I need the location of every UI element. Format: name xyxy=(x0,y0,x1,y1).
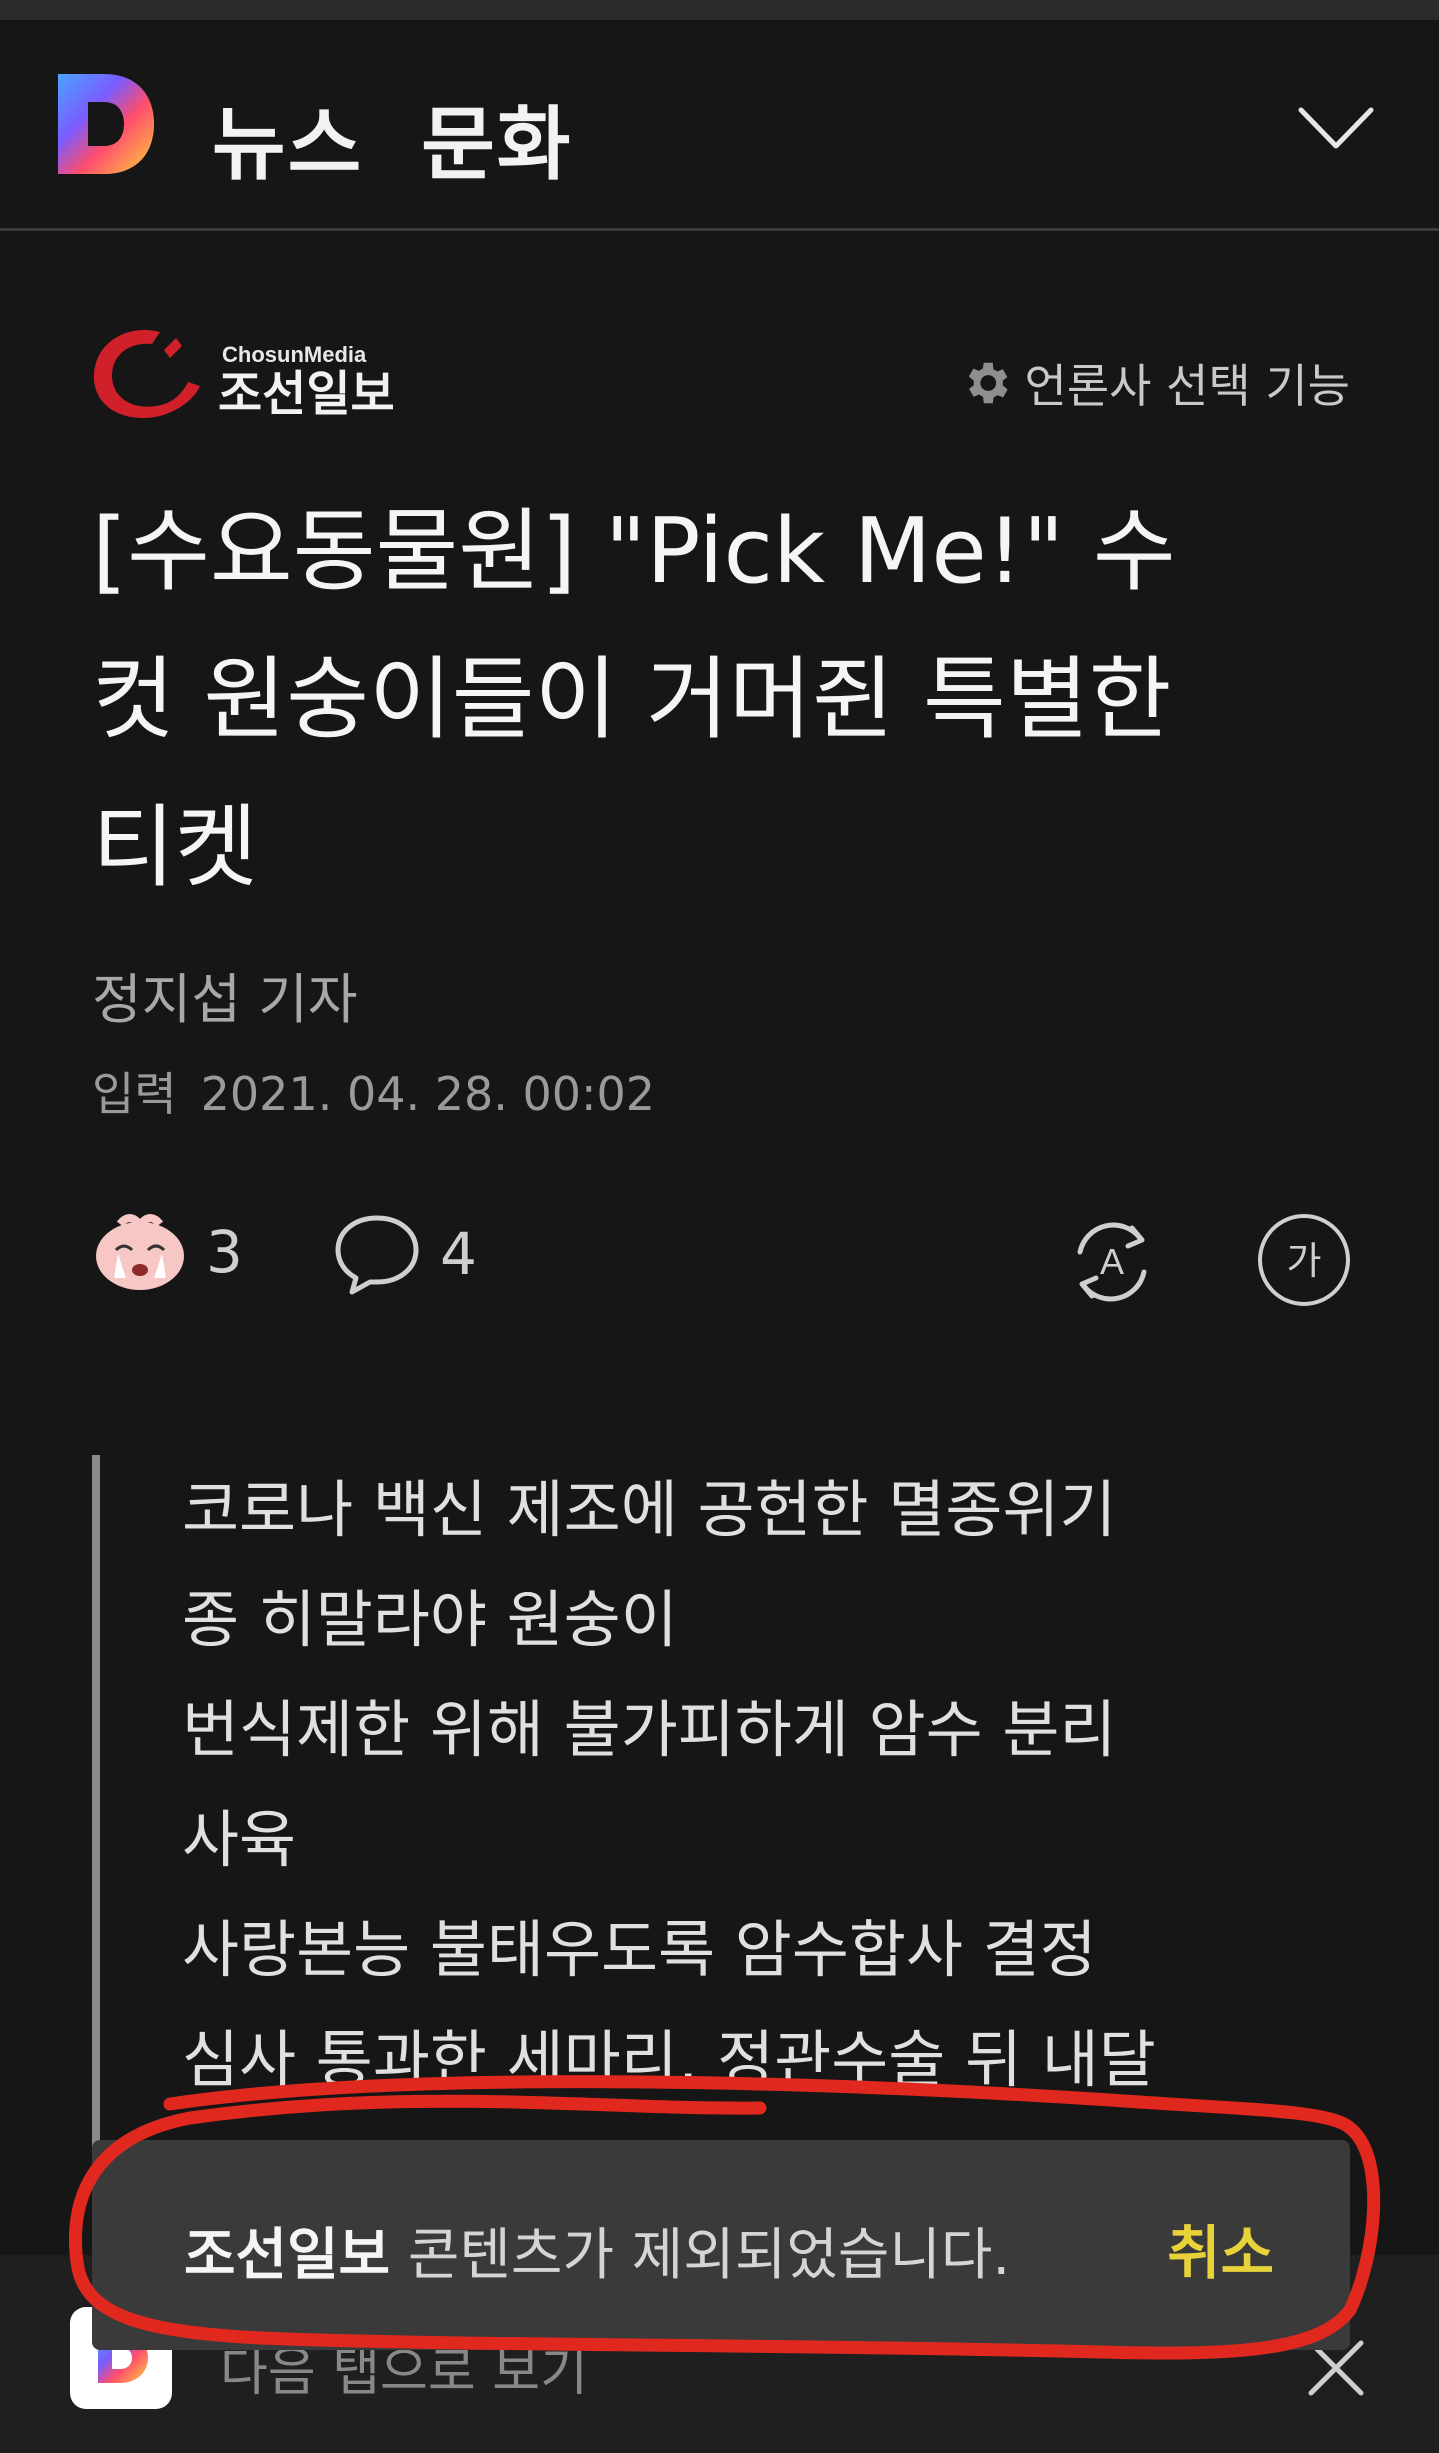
toast-text: 콘텐츠가 제외되었습니다. xyxy=(390,2223,1011,2288)
header-divider xyxy=(0,228,1439,231)
comment-button[interactable]: 4 xyxy=(332,1212,477,1296)
top-app-bar: 뉴스 문화 xyxy=(0,20,1439,228)
toast-publisher: 조선일보 xyxy=(184,2223,391,2288)
date-value: 2021. 04. 28. 00:02 xyxy=(200,1067,656,1121)
svg-text:A: A xyxy=(1100,1241,1124,1282)
title-line: 티켓 xyxy=(92,795,258,900)
comment-count: 4 xyxy=(440,1220,477,1288)
summary-line: 종 히말라야 원숭이 xyxy=(182,1583,678,1656)
article-title: [수요동물원] "Pick Me!" 수 컷 원숭이들이 거머쥔 특별한 티켓 xyxy=(92,478,1362,922)
title-line: 컷 원숭이들이 거머쥔 특별한 xyxy=(92,647,1172,752)
date-label: 입력 xyxy=(92,1067,177,1121)
summary-line: 심사 통과한 세마리, 정관수술 뒤 내달 xyxy=(182,2023,1156,2096)
summary-line: 번식제한 위해 불가피하게 암수 분리 xyxy=(182,1693,1117,1766)
chevron-down-icon[interactable] xyxy=(1297,104,1375,152)
reaction-button[interactable]: 3 xyxy=(92,1212,243,1292)
undo-button[interactable]: 취소 xyxy=(1167,2206,1274,2290)
article-summary: 코로나 백신 제조에 공헌한 멸종위기 종 히말라야 원숭이 번식제한 위해 불… xyxy=(92,1455,1362,2175)
reporter-name[interactable]: 정지섭 기자 xyxy=(92,955,358,1034)
section-title: 뉴스 문화 xyxy=(212,80,572,196)
title-line: [수요동물원] "Pick Me!" 수 xyxy=(92,499,1176,604)
nav-primary[interactable]: 뉴스 xyxy=(212,98,363,191)
summary-line: 사육 xyxy=(182,1803,297,1876)
status-bar xyxy=(0,0,1439,20)
publish-date: 입력 2021. 04. 28. 00:02 xyxy=(92,1058,655,1124)
reaction-count: 3 xyxy=(206,1218,243,1286)
comment-icon xyxy=(335,1215,419,1295)
snackbar-toast: 조선일보 콘텐츠가 제외되었습니다. 취소 xyxy=(92,2140,1350,2350)
toast-message: 조선일보 콘텐츠가 제외되었습니다. xyxy=(184,2210,1010,2291)
translate-icon[interactable]: A xyxy=(1062,1212,1162,1312)
press-logo-top: ChosunMedia xyxy=(222,342,367,367)
font-size-icon[interactable]: 가 xyxy=(1256,1212,1352,1308)
press-settings-label: 언론사 선택 기능 xyxy=(1024,359,1350,413)
quote-bar xyxy=(92,1455,100,2175)
nav-secondary[interactable]: 문화 xyxy=(421,98,572,191)
daum-logo[interactable] xyxy=(52,70,158,178)
svg-text:가: 가 xyxy=(1287,1239,1322,1283)
chosun-logo[interactable]: ChosunMedia 조선일보 xyxy=(90,320,420,430)
press-row: ChosunMedia 조선일보 언론사 선택 기능 xyxy=(90,320,1350,430)
crying-peach-icon xyxy=(96,1214,184,1290)
article-actions: 3 4 A 가 xyxy=(92,1212,1352,1312)
press-logo-name: 조선일보 xyxy=(218,366,395,422)
press-settings[interactable]: 언론사 선택 기능 xyxy=(959,350,1350,416)
summary-line: 사랑본능 불태우도록 암수합사 결정 xyxy=(182,1913,1097,1986)
summary-line: 코로나 백신 제조에 공헌한 멸종위기 xyxy=(182,1473,1117,1546)
gear-icon xyxy=(968,362,1008,404)
